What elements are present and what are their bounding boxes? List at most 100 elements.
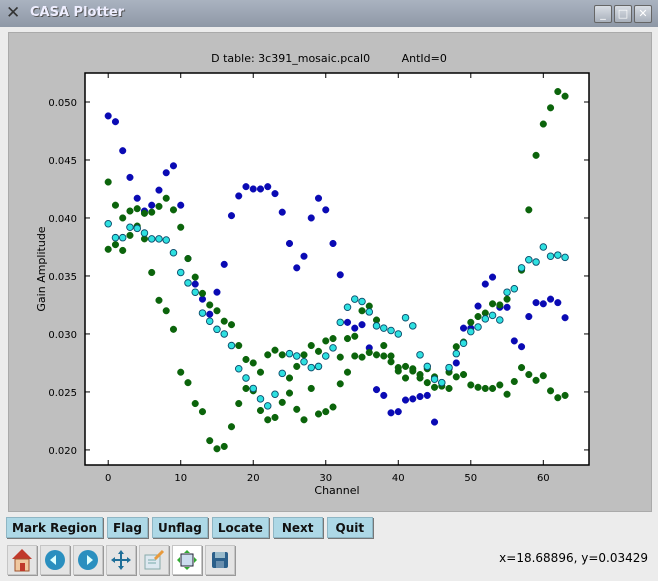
data-point-blue[interactable]	[358, 321, 366, 329]
data-point-green-b[interactable]	[474, 383, 482, 391]
data-point-green-b[interactable]	[561, 391, 569, 399]
data-point-cyan[interactable]	[561, 253, 569, 262]
data-point-blue[interactable]	[155, 186, 163, 194]
data-point-cyan[interactable]	[162, 236, 170, 244]
data-point-blue[interactable]	[235, 192, 243, 200]
flag-button[interactable]: Flag	[106, 517, 148, 538]
data-point-green-a[interactable]	[329, 335, 337, 343]
data-point-green-a[interactable]	[148, 208, 156, 216]
data-point-blue[interactable]	[213, 288, 221, 296]
data-point-blue[interactable]	[518, 343, 526, 351]
data-point-green-a[interactable]	[351, 332, 359, 340]
data-point-green-a[interactable]	[111, 201, 120, 209]
data-point-blue[interactable]	[459, 324, 468, 332]
data-point-cyan[interactable]	[140, 229, 149, 237]
data-point-green-b[interactable]	[430, 383, 439, 391]
data-point-cyan[interactable]	[184, 279, 192, 287]
data-point-green-b[interactable]	[336, 380, 344, 388]
data-point-green-b[interactable]	[307, 384, 315, 393]
data-point-green-a[interactable]	[227, 321, 236, 329]
subplot-config-button[interactable]	[139, 545, 169, 575]
data-point-green-a[interactable]	[162, 194, 170, 202]
data-point-blue[interactable]	[242, 183, 250, 191]
data-point-cyan[interactable]	[539, 243, 548, 251]
data-point-green-b[interactable]	[372, 351, 381, 359]
save-button[interactable]	[205, 545, 235, 575]
data-point-green-a[interactable]	[177, 223, 185, 231]
data-point-blue[interactable]	[206, 310, 214, 318]
data-point-blue[interactable]	[481, 280, 489, 288]
data-point-green-b[interactable]	[423, 379, 431, 387]
data-point-blue[interactable]	[387, 409, 395, 417]
data-point-cyan[interactable]	[430, 375, 439, 383]
data-point-green-a[interactable]	[256, 368, 265, 376]
data-point-green-b[interactable]	[525, 370, 533, 379]
back-button[interactable]	[40, 545, 70, 575]
data-point-green-a[interactable]	[184, 255, 192, 263]
data-point-green-b[interactable]	[111, 241, 120, 249]
data-point-cyan[interactable]	[249, 384, 257, 393]
data-point-cyan[interactable]	[155, 235, 163, 243]
data-point-cyan[interactable]	[423, 362, 432, 371]
data-point-blue[interactable]	[329, 239, 337, 248]
data-point-cyan[interactable]	[205, 317, 214, 325]
data-point-green-b[interactable]	[264, 416, 272, 424]
data-point-cyan[interactable]	[271, 390, 279, 399]
data-point-green-a[interactable]	[474, 313, 482, 321]
data-point-green-b[interactable]	[351, 352, 359, 360]
data-point-blue[interactable]	[300, 252, 308, 260]
data-point-green-a[interactable]	[155, 202, 163, 210]
data-point-green-a[interactable]	[322, 337, 330, 345]
data-point-cyan[interactable]	[481, 315, 490, 323]
data-point-cyan[interactable]	[126, 223, 134, 231]
data-point-green-b[interactable]	[510, 377, 518, 386]
data-point-green-a[interactable]	[285, 374, 294, 382]
data-point-green-a[interactable]	[401, 374, 410, 382]
data-point-green-a[interactable]	[169, 206, 178, 214]
data-point-blue[interactable]	[532, 299, 540, 307]
data-point-green-a[interactable]	[242, 355, 250, 364]
data-point-cyan[interactable]	[387, 326, 395, 335]
data-point-green-b[interactable]	[184, 379, 192, 387]
data-point-cyan[interactable]	[147, 235, 156, 243]
data-point-cyan[interactable]	[401, 313, 410, 322]
data-point-green-b[interactable]	[220, 442, 228, 450]
data-point-blue[interactable]	[293, 264, 301, 272]
data-point-blue[interactable]	[336, 271, 344, 279]
data-point-cyan[interactable]	[307, 363, 316, 372]
data-point-green-a[interactable]	[539, 120, 547, 128]
data-point-cyan[interactable]	[452, 349, 461, 358]
data-point-green-b[interactable]	[452, 373, 460, 381]
data-point-cyan[interactable]	[336, 318, 345, 327]
data-point-cyan[interactable]	[438, 378, 446, 387]
data-point-green-b[interactable]	[278, 398, 286, 406]
data-point-green-a[interactable]	[119, 214, 127, 222]
data-point-blue[interactable]	[169, 162, 178, 170]
data-point-green-a[interactable]	[561, 92, 569, 100]
data-point-green-a[interactable]	[220, 317, 228, 325]
data-point-cyan[interactable]	[503, 288, 511, 296]
data-point-blue[interactable]	[264, 183, 272, 191]
data-point-green-b[interactable]	[293, 405, 301, 413]
data-point-cyan[interactable]	[380, 324, 388, 332]
data-point-green-a[interactable]	[133, 205, 141, 213]
data-point-blue[interactable]	[394, 408, 402, 416]
data-point-blue[interactable]	[510, 337, 518, 345]
data-point-blue[interactable]	[547, 295, 555, 303]
data-point-cyan[interactable]	[510, 284, 519, 293]
data-point-green-a[interactable]	[547, 104, 555, 112]
data-point-green-a[interactable]	[249, 359, 257, 367]
data-point-green-a[interactable]	[489, 300, 497, 308]
data-point-green-a[interactable]	[191, 273, 199, 281]
home-button[interactable]	[7, 545, 37, 575]
data-point-blue[interactable]	[525, 313, 533, 321]
data-point-blue[interactable]	[307, 214, 315, 222]
data-point-cyan[interactable]	[488, 311, 497, 320]
data-point-green-b[interactable]	[380, 352, 388, 360]
data-point-green-a[interactable]	[554, 88, 562, 96]
data-point-green-b[interactable]	[387, 358, 395, 366]
data-point-green-b[interactable]	[329, 403, 337, 411]
data-point-green-a[interactable]	[271, 346, 279, 354]
data-point-blue[interactable]	[278, 208, 286, 216]
data-point-blue[interactable]	[561, 314, 569, 322]
